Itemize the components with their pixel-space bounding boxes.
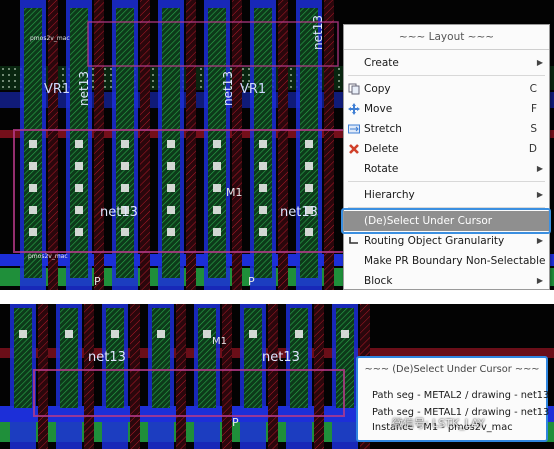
contact [167,206,175,214]
chevron-right-icon: ▶ [536,276,543,285]
contact [121,162,129,170]
chevron-right-icon: ▶ [536,164,543,173]
diffusion-column [152,308,170,408]
contact [259,184,267,192]
contact [259,206,267,214]
contact [259,162,267,170]
contact [305,206,313,214]
contact [305,228,313,236]
contact [341,330,349,338]
diffusion-column [14,308,32,408]
contact [295,330,303,338]
contact [305,162,313,170]
stretch-icon [348,124,360,134]
diffusion-column [60,308,78,408]
copy-icon [348,83,360,95]
chevron-right-icon: ▶ [536,58,543,67]
poly-column [130,304,140,449]
menu-item-copy[interactable]: Copy C [344,79,549,99]
poly-column [176,304,186,449]
contact [121,140,129,148]
menu-item-rotate[interactable]: Rotate ▶ [344,159,549,179]
contact [75,140,83,148]
poly-column [268,304,278,449]
menu-item-pr-boundary[interactable]: Make PR Boundary Non-Selectable [344,251,549,271]
deselect-popup-title: ~~~ (De)Select Under Cursor ~~~ [364,364,540,375]
contact [213,184,221,192]
contact [259,140,267,148]
contact [259,228,267,236]
chevron-right-icon: ▶ [536,236,543,245]
contact [75,162,83,170]
contact [305,140,313,148]
contact [29,184,37,192]
highlight-frame [341,208,551,234]
contact [65,330,73,338]
poly-column [324,0,334,290]
contact [121,184,129,192]
poly-column [94,0,104,290]
poly-column [48,0,58,290]
contact [121,228,129,236]
contact [29,162,37,170]
poly-column [84,304,94,449]
poly-column [314,304,324,449]
menu-item-move[interactable]: Move F [344,99,549,119]
diffusion-column [198,308,216,408]
poly-column [278,0,288,290]
contact [75,206,83,214]
menu-item-routing-granularity[interactable]: Routing Object Granularity ▶ [344,231,549,251]
menu-item-delete[interactable]: Delete D [344,139,549,159]
poly-column [232,0,242,290]
poly-column [186,0,196,290]
contact [111,330,119,338]
contact [75,184,83,192]
contact [213,162,221,170]
contact [167,228,175,236]
contact [167,140,175,148]
context-menu-title: ~~~ Layout ~~~ [344,25,549,50]
menu-separator [348,75,545,76]
poly-column [140,0,150,290]
deselect-option-metal2[interactable]: Path seg - METAL2 / drawing - net13 [372,390,549,401]
menu-item-hierarchy[interactable]: Hierarchy ▶ [344,185,549,205]
context-menu: ~~~ Layout ~~~ Create ▶ Copy C Move F St… [343,24,550,290]
contact [29,206,37,214]
contact [29,140,37,148]
contact [213,206,221,214]
diffusion-column [290,308,308,408]
delete-icon [349,144,359,154]
poly-column [222,304,232,449]
contact [121,206,129,214]
contact [19,330,27,338]
menu-item-block[interactable]: Block ▶ [344,271,549,290]
chevron-right-icon: ▶ [536,190,543,199]
contact [213,140,221,148]
diffusion-column [106,308,124,408]
contact [203,330,211,338]
poly-column [38,304,48,449]
contact [75,228,83,236]
move-icon [348,103,360,115]
contact [29,228,37,236]
routing-icon [349,237,358,244]
watermark: 微信号: LSTK_LAY [392,417,485,430]
diffusion-column [244,308,262,408]
contact [167,162,175,170]
contact [213,228,221,236]
contact [157,330,165,338]
contact [249,330,257,338]
menu-item-stretch[interactable]: Stretch S [344,119,549,139]
contact [305,184,313,192]
contact [167,184,175,192]
menu-item-create[interactable]: Create ▶ [344,53,549,73]
menu-separator [348,181,545,182]
layout-canvas-top[interactable]: VR1 VR1 net13 net13 net13 net13 net13 pm… [0,0,554,290]
